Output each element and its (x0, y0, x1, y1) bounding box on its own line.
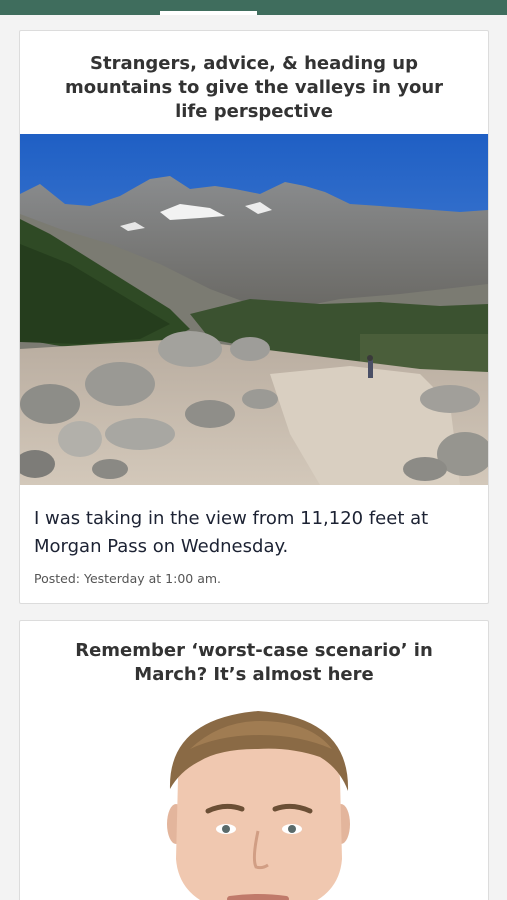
posted-timestamp: Posted: Yesterday at 1:00 am. (34, 571, 222, 586)
article-card[interactable]: Remember ‘worst-case scenario’ in March?… (19, 620, 489, 900)
article-feed[interactable]: Strangers, advice, & heading up mountain… (0, 15, 507, 900)
article-title[interactable]: Strangers, advice, & heading up mountain… (20, 31, 488, 134)
columnist-portrait-image[interactable] (20, 699, 488, 900)
article-card[interactable]: Strangers, advice, & heading up mountain… (19, 30, 489, 604)
article-caption[interactable]: I was taking in the view from 11,120 fee… (20, 485, 488, 561)
top-navigation-bar (0, 0, 507, 15)
article-title[interactable]: Remember ‘worst-case scenario’ in March?… (20, 621, 488, 687)
article-hero-image[interactable] (20, 134, 488, 485)
